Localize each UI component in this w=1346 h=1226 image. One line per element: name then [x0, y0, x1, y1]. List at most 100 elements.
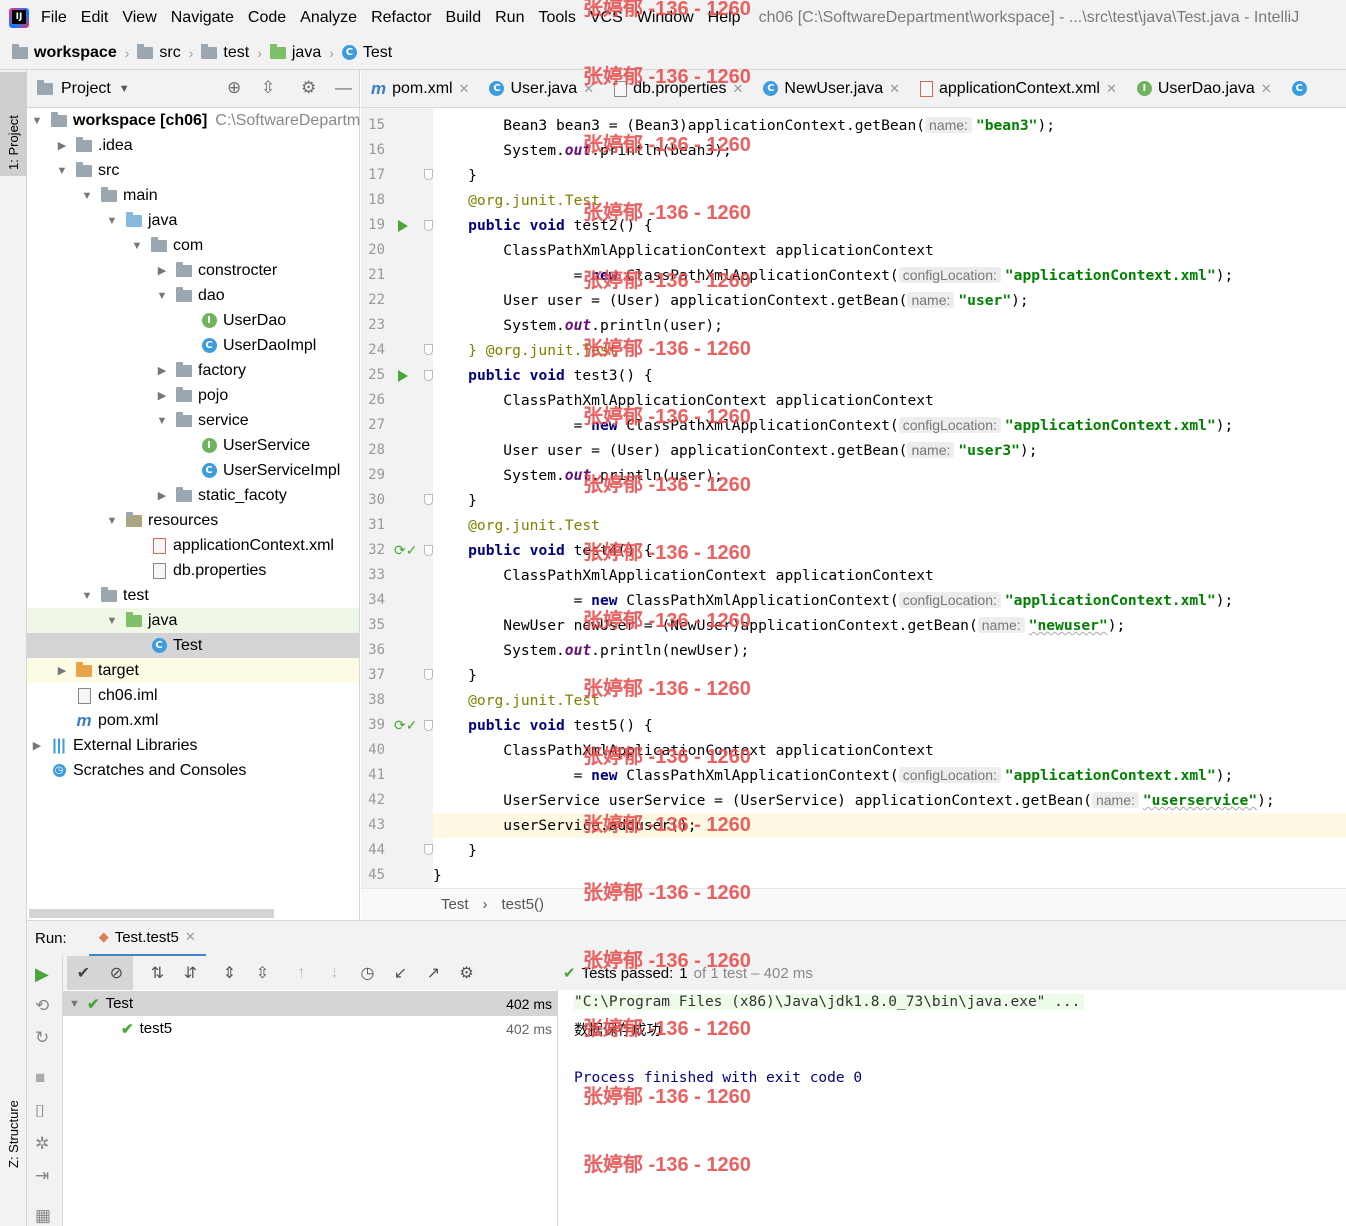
chevron-down-icon[interactable]: ▼: [104, 515, 120, 527]
gear-icon[interactable]: ⚙: [450, 956, 483, 990]
chevron-right-icon[interactable]: ▶: [154, 264, 170, 277]
close-icon[interactable]: ✕: [185, 929, 196, 945]
chevron-right-icon[interactable]: ▶: [154, 489, 170, 502]
stop-icon[interactable]: ■: [35, 1068, 45, 1088]
chevron-down-icon[interactable]: ▼: [129, 240, 145, 252]
tree-node-constrocter[interactable]: ▶ constrocter: [27, 258, 359, 283]
previous-failed-icon[interactable]: ↑: [285, 956, 318, 990]
menu-build[interactable]: Build: [446, 9, 482, 27]
fold-marker-icon[interactable]: [424, 370, 433, 381]
tree-node-main[interactable]: ▼ main: [27, 183, 359, 208]
rerun-failed-icon[interactable]: ⟲: [35, 996, 49, 1016]
camera-icon[interactable]: ⌷: [35, 1102, 45, 1122]
chevron-down-icon[interactable]: ▼: [79, 190, 95, 202]
tree-node-dao[interactable]: ▼ dao: [27, 283, 359, 308]
tree-node-userdao[interactable]: I UserDao: [27, 308, 359, 333]
nav-crumb-src[interactable]: src: [137, 43, 181, 62]
run-config-tab[interactable]: ◆ Test.test5 ✕: [88, 921, 206, 957]
menu-view[interactable]: View: [122, 9, 156, 27]
menu-refactor[interactable]: Refactor: [371, 9, 431, 27]
collapse-all-icon[interactable]: ⇳: [261, 78, 275, 98]
menu-code[interactable]: Code: [248, 9, 286, 27]
nav-crumb-java[interactable]: java: [269, 43, 321, 62]
nav-crumb-workspace[interactable]: workspace: [12, 43, 117, 62]
editor-tab-pom-xml[interactable]: m pom.xml ✕: [361, 70, 479, 107]
tree-node-scratches[interactable]: ◷ Scratches and Consoles: [27, 758, 359, 783]
show-ignored-icon[interactable]: ⊘: [100, 956, 133, 990]
gear-icon[interactable]: ⚙: [301, 78, 316, 98]
fold-marker-icon[interactable]: [424, 669, 433, 680]
tree-node-idea[interactable]: ▶ .idea: [27, 133, 359, 158]
rerun-icon[interactable]: ▶: [35, 964, 49, 985]
tree-node-test-java[interactable]: ▼ java: [27, 608, 359, 633]
fold-marker-icon[interactable]: [424, 344, 433, 355]
tree-node-userdaoimpl[interactable]: C UserDaoImpl: [27, 333, 359, 358]
tree-node-src[interactable]: ▼ src: [27, 158, 359, 183]
hide-panel-icon[interactable]: —: [335, 78, 352, 98]
project-view-selector[interactable]: Project: [61, 80, 111, 98]
tree-node-service[interactable]: ▼ service: [27, 408, 359, 433]
run-test-icon[interactable]: [398, 370, 408, 382]
next-failed-icon[interactable]: ↓: [318, 956, 351, 990]
chevron-down-icon[interactable]: ▼: [29, 115, 45, 127]
chevron-right-icon[interactable]: ▶: [154, 364, 170, 377]
tree-node-static-facoty[interactable]: ▶ static_facoty: [27, 483, 359, 508]
tree-node-pojo[interactable]: ▶ pojo: [27, 383, 359, 408]
tree-node-pom-xml[interactable]: m pom.xml: [27, 708, 359, 733]
tree-node-test-class[interactable]: C Test: [27, 633, 359, 658]
tree-node-target[interactable]: ▶ target: [27, 658, 359, 683]
editor-tab-newuser-java[interactable]: C NewUser.java ✕: [753, 70, 910, 107]
menu-file[interactable]: File: [41, 9, 67, 27]
import-icon[interactable]: ⇥: [35, 1166, 49, 1186]
chevron-down-icon[interactable]: ▼: [104, 615, 120, 627]
test-passed-run-icon[interactable]: ⟳✓: [394, 717, 417, 734]
nav-crumb-test-class[interactable]: C Test: [341, 44, 392, 62]
show-passed-icon[interactable]: ✔: [67, 956, 100, 990]
export-tests-icon[interactable]: ↗: [417, 956, 450, 990]
chevron-right-icon[interactable]: ▶: [154, 389, 170, 402]
breadcrumb-class[interactable]: Test: [441, 896, 469, 913]
chevron-right-icon[interactable]: ▶: [54, 664, 70, 677]
tree-node-db-properties[interactable]: db.properties: [27, 558, 359, 583]
sort-alphabetically-icon[interactable]: ⇅: [141, 956, 174, 990]
chevron-right-icon[interactable]: ▶: [29, 739, 45, 752]
chevron-down-icon[interactable]: ▼: [154, 290, 170, 302]
tree-node-userservice[interactable]: I UserService: [27, 433, 359, 458]
fold-marker-icon[interactable]: [424, 720, 433, 731]
expand-all-icon[interactable]: ⇕: [213, 956, 246, 990]
dropdown-arrow-icon[interactable]: ▼: [119, 83, 130, 95]
sort-by-duration-icon[interactable]: ⇵: [174, 956, 207, 990]
chevron-down-icon[interactable]: ▼: [54, 165, 70, 177]
test-passed-run-icon[interactable]: ⟳✓: [394, 542, 417, 559]
tree-node-external-libraries[interactable]: ▶ ||| External Libraries: [27, 733, 359, 758]
nav-crumb-test[interactable]: test: [201, 43, 249, 62]
tool-tab-structure[interactable]: Z: Structure: [0, 1100, 27, 1210]
collapse-all-icon[interactable]: ⇳: [246, 956, 279, 990]
tree-node-test[interactable]: ▼ test: [27, 583, 359, 608]
test-row-method[interactable]: ✔ test5 402 ms: [63, 1016, 558, 1041]
test-history-icon[interactable]: ◷: [351, 956, 384, 990]
fold-marker-icon[interactable]: [424, 169, 433, 180]
layout-icon[interactable]: ▦: [35, 1206, 51, 1226]
tool-tab-project[interactable]: 1: Project: [0, 72, 27, 176]
chevron-down-icon[interactable]: ▼: [104, 215, 120, 227]
locate-target-icon[interactable]: ⊕: [227, 78, 241, 98]
breadcrumb-method[interactable]: test5(): [502, 896, 545, 913]
fold-marker-icon[interactable]: [424, 545, 433, 556]
tree-node-ch06-iml[interactable]: ch06.iml: [27, 683, 359, 708]
close-icon[interactable]: ✕: [889, 81, 900, 97]
menu-navigate[interactable]: Navigate: [171, 9, 234, 27]
tree-node-main-java[interactable]: ▼ java: [27, 208, 359, 233]
chevron-down-icon[interactable]: ▼: [154, 415, 170, 427]
fold-marker-icon[interactable]: [424, 494, 433, 505]
menu-analyze[interactable]: Analyze: [300, 9, 357, 27]
menu-run[interactable]: Run: [495, 9, 524, 27]
tree-node-applicationcontext-xml[interactable]: applicationContext.xml: [27, 533, 359, 558]
editor-tab-userdao-java[interactable]: I UserDao.java ✕: [1127, 70, 1282, 107]
horizontal-scrollbar[interactable]: [29, 909, 274, 918]
chevron-down-icon[interactable]: ▼: [69, 998, 87, 1010]
menu-edit[interactable]: Edit: [81, 9, 109, 27]
close-icon[interactable]: ✕: [1261, 81, 1272, 97]
tree-node-workspace[interactable]: ▼ workspace [ch06] C:\SoftwareDepartm: [27, 108, 360, 133]
tree-node-resources[interactable]: ▼ resources: [27, 508, 359, 533]
